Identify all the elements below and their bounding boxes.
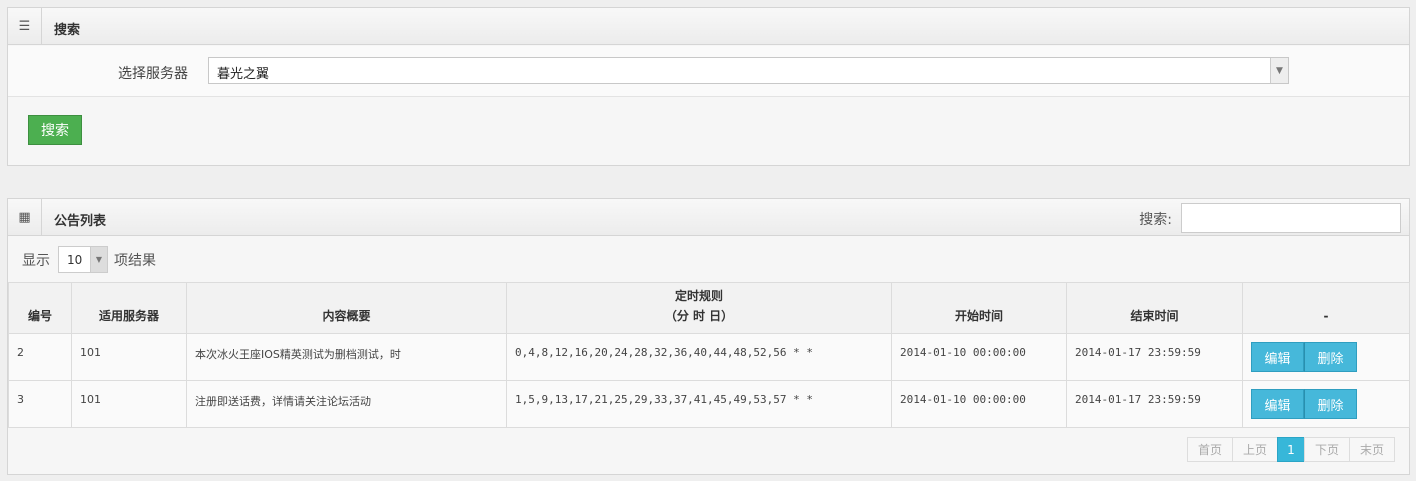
cell-server: 101	[71, 380, 187, 428]
announcement-list-title: 公告列表	[54, 214, 107, 229]
col-header-schedule[interactable]: 定时规则 （分 时 日）	[506, 282, 892, 334]
page-size-value: 10	[67, 253, 83, 267]
col-header-summary[interactable]: 内容概要	[186, 282, 507, 334]
server-select-value: 暮光之翼	[217, 67, 270, 82]
cell-start: 2014-01-10 00:00:00	[891, 380, 1067, 428]
show-label: 显示	[22, 253, 50, 269]
search-panel: ☰ 搜索 选择服务器 暮光之翼 ▼ 搜索	[7, 7, 1410, 166]
list-icon: ☰	[8, 8, 42, 44]
search-panel-header: ☰ 搜索	[8, 8, 1409, 45]
columns-icon: ▦	[8, 199, 42, 235]
cell-schedule: 0,4,8,12,16,20,24,28,32,36,40,44,48,52,5…	[506, 333, 892, 381]
cell-actions: 编辑 删除	[1242, 333, 1410, 381]
delete-button[interactable]: 删除	[1304, 389, 1357, 419]
table-row: 3 101 注册即送话费，详情请关注论坛活动 1,5,9,13,17,21,25…	[8, 380, 1410, 428]
pagination: 首页 上页 1 下页 末页	[1187, 437, 1395, 462]
search-button[interactable]: 搜索	[28, 115, 82, 145]
pagination-prev[interactable]: 上页	[1232, 437, 1278, 462]
delete-button[interactable]: 删除	[1304, 342, 1357, 372]
chevron-down-icon[interactable]: ▼	[90, 247, 107, 272]
row-action-group: 编辑 删除	[1251, 389, 1357, 419]
server-select-row: 选择服务器 暮光之翼 ▼	[8, 46, 1409, 97]
cell-id: 3	[8, 380, 72, 428]
server-select[interactable]: 暮光之翼 ▼	[208, 57, 1289, 84]
pagination-last[interactable]: 末页	[1349, 437, 1395, 462]
col-header-end[interactable]: 结束时间	[1066, 282, 1243, 334]
col-header-id[interactable]: 编号	[8, 282, 72, 334]
cell-start: 2014-01-10 00:00:00	[891, 333, 1067, 381]
announcement-list-panel: ▦ 公告列表 搜索: 显示 10 ▼ 项结果 编号 适用服务器 内容概要 定时规…	[7, 198, 1410, 475]
announcement-table: 编号 适用服务器 内容概要 定时规则 （分 时 日） 开始时间 结束时间 - 2…	[8, 282, 1410, 428]
table-header-row: 编号 适用服务器 内容概要 定时规则 （分 时 日） 开始时间 结束时间 -	[8, 282, 1410, 334]
search-panel-title: 搜索	[54, 23, 81, 38]
table-search-input[interactable]	[1181, 203, 1401, 233]
col-header-start[interactable]: 开始时间	[891, 282, 1067, 334]
table-row: 2 101 本次冰火王座IOS精英测试为删档测试，时 0,4,8,12,16,2…	[8, 333, 1410, 381]
edit-button[interactable]: 编辑	[1251, 342, 1304, 372]
cell-summary: 本次冰火王座IOS精英测试为删档测试，时	[186, 333, 507, 381]
page-length-row: 显示 10 ▼ 项结果	[8, 237, 1409, 282]
cell-server: 101	[71, 333, 187, 381]
server-select-label: 选择服务器	[118, 66, 188, 82]
col-header-schedule-title: 定时规则	[674, 289, 723, 303]
cell-actions: 编辑 删除	[1242, 380, 1410, 428]
col-header-schedule-subtitle: （分 时 日）	[664, 309, 734, 323]
cell-schedule: 1,5,9,13,17,21,25,29,33,37,41,45,49,53,5…	[506, 380, 892, 428]
page-size-select[interactable]: 10 ▼	[58, 246, 108, 273]
row-action-group: 编辑 删除	[1251, 342, 1357, 372]
col-header-actions: -	[1242, 282, 1410, 334]
pagination-next[interactable]: 下页	[1304, 437, 1350, 462]
cell-end: 2014-01-17 23:59:59	[1066, 380, 1243, 428]
pagination-current[interactable]: 1	[1277, 437, 1305, 462]
table-search-label: 搜索:	[1139, 212, 1172, 228]
announcement-list-header: ▦ 公告列表 搜索:	[8, 199, 1409, 236]
cell-end: 2014-01-17 23:59:59	[1066, 333, 1243, 381]
col-header-server[interactable]: 适用服务器	[71, 282, 187, 334]
results-label: 项结果	[114, 253, 156, 269]
chevron-down-icon[interactable]: ▼	[1270, 58, 1288, 83]
pagination-first[interactable]: 首页	[1187, 437, 1233, 462]
edit-button[interactable]: 编辑	[1251, 389, 1304, 419]
cell-id: 2	[8, 333, 72, 381]
cell-summary: 注册即送话费，详情请关注论坛活动	[186, 380, 507, 428]
